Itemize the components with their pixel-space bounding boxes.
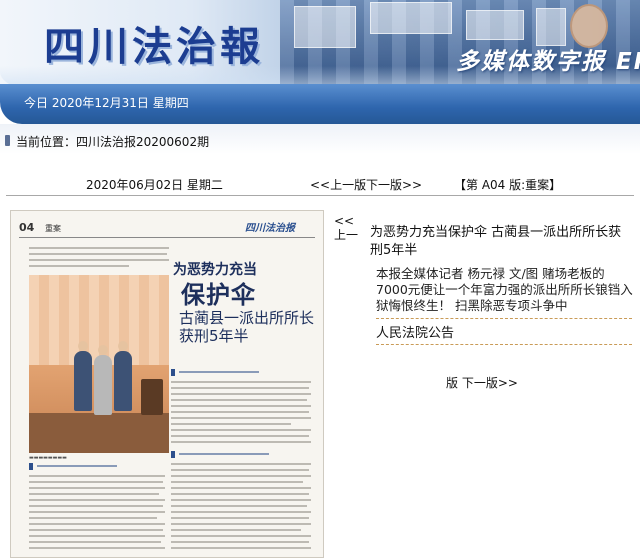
notice-divider <box>376 344 632 345</box>
paper-photo-caption: ▬▬▬▬▬▬▬▬ <box>29 455 67 461</box>
edition-label: 【第 A04 版:重案】 <box>454 178 562 192</box>
site-logo[interactable]: 四川法治報 <box>44 14 264 72</box>
article-prev-link[interactable]: <<上一 <box>334 214 358 242</box>
paper-subhead-2: 获刑5年半 <box>179 327 249 345</box>
site-tagline: 多媒体数字报 EP. <box>456 49 640 75</box>
article-next-link[interactable]: 版 下一版>> <box>446 374 518 391</box>
nav-divider <box>6 195 634 196</box>
paper-section-name: 重案 <box>45 224 61 233</box>
notice-title-link[interactable]: 人民法院公告 <box>376 322 454 341</box>
paper-masthead: 四川法治报 <box>245 223 295 234</box>
paper-page-number: 04 <box>19 221 35 234</box>
issue-navigation: 2020年06月02日 星期二 <<上一版 下一版>> 【第 A04 版:重案】 <box>0 172 640 194</box>
prev-page-link[interactable]: <<上一版 <box>310 176 366 193</box>
paper-headline-2: 保护伞 <box>181 281 256 309</box>
breadcrumb: 当前位置：四川法治报20200602期 <box>0 124 640 154</box>
location-marker-icon <box>5 135 10 146</box>
paper-courtroom-photo <box>29 275 169 453</box>
breadcrumb-label: 当前位置：四川法治报20200602期 <box>16 135 210 149</box>
newspaper-page-image[interactable]: 04 重案 四川法治报 ▬▬▬▬▬▬▬▬ 为恶势力充当 保护伞 古蔺县一派出所所… <box>10 210 324 558</box>
issue-date: 2020年06月02日 星期二 <box>86 178 223 192</box>
article-summary: 本报全媒体记者 杨元禄 文/图 赌场老板的7000元便让一个年富力强的派出所所长… <box>376 266 633 313</box>
today-date: 今日 2020年12月31日 星期四 <box>24 96 189 110</box>
next-page-link[interactable]: 下一版>> <box>366 176 422 193</box>
article-divider <box>376 318 632 319</box>
site-banner: 四川法治報 多媒体数字报 EP. <box>0 0 640 92</box>
article-title-link[interactable]: 为恶势力充当保护伞 古蔺县一派出所所长获刑5年半 <box>370 224 632 260</box>
